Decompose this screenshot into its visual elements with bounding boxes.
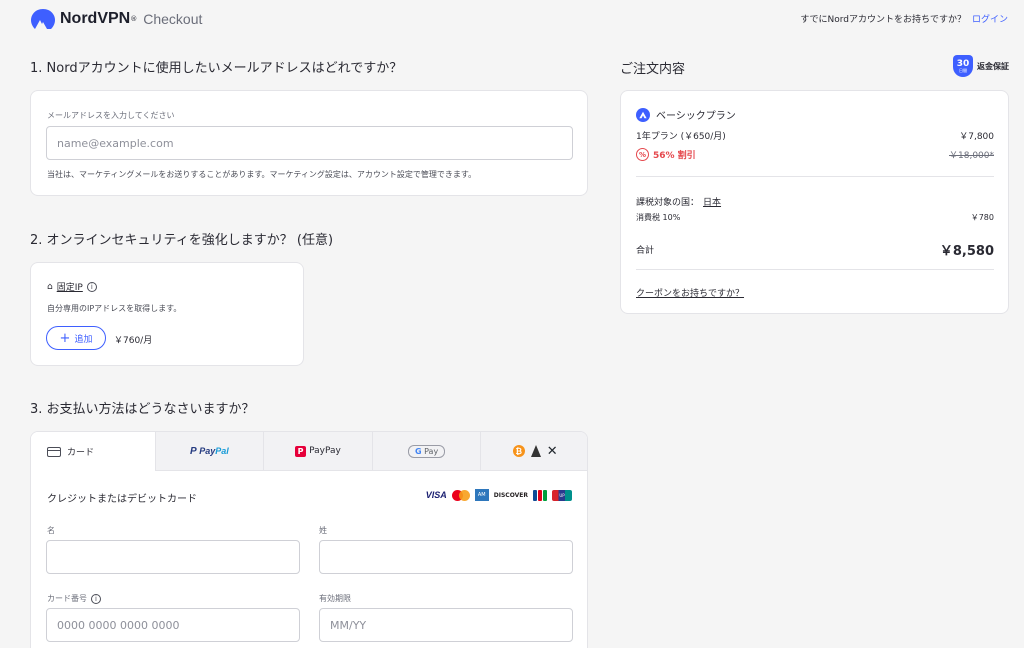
plan-price: ￥7,800 <box>959 132 994 142</box>
header: NordVPN ® Checkout すでにNordアカウントをお持ちですか？ … <box>0 0 1024 40</box>
dedicated-ip-desc: 自分専用のIPアドレスを取得します。 <box>47 304 182 313</box>
email-section-title: 1. Nordアカウントに使用したいメールアドレスはどれですか？ <box>30 61 403 76</box>
nord-plan-icon <box>636 107 650 122</box>
last-name-input[interactable] <box>319 540 573 574</box>
crypto-icons: ₿ ✕ <box>512 443 558 459</box>
add-label: 追加 <box>74 334 93 345</box>
discount-row: % 56% 割引 ￥18,000* <box>636 148 994 161</box>
jcb-icon <box>533 489 547 501</box>
checkout-label: Checkout <box>143 11 203 27</box>
total-row: 合計 ￥8,580 <box>636 240 994 259</box>
tab-paypal[interactable]: P PayPal <box>154 432 264 471</box>
tax-row: 消費税 10% ￥780 <box>636 212 994 223</box>
add-dedicated-ip-button[interactable]: + 追加 <box>46 326 106 350</box>
shield-icon: 30 日間 <box>953 55 973 77</box>
tax-label: 消費税 10% <box>636 213 681 222</box>
tab-card[interactable]: カード <box>31 432 155 471</box>
plan-name: ベーシックプラン <box>656 111 736 122</box>
account-prompt: すでにNordアカウントをお持ちですか？ ログイン <box>800 12 1008 25</box>
discount-label: 56% 割引 <box>653 151 696 161</box>
ethereum-icon <box>530 445 541 457</box>
xrp-icon: ✕ <box>546 443 558 459</box>
expiry-label: 有効期限 <box>319 594 351 603</box>
info-icon[interactable]: i <box>86 281 97 292</box>
email-input[interactable]: name@example.com <box>46 126 573 160</box>
first-name-input[interactable] <box>46 540 300 574</box>
tab-crypto[interactable]: ₿ ✕ <box>480 432 587 471</box>
guarantee-label: 返金保証 <box>977 61 1009 71</box>
visa-icon: VISA <box>425 490 447 500</box>
total-label: 合計 <box>636 246 655 256</box>
card-number-placeholder: 0000 0000 0000 0000 <box>57 618 180 632</box>
login-link[interactable]: ログイン <box>972 12 1008 25</box>
plan-term: 1年プラン (￥650/月) <box>636 132 726 142</box>
security-section-title: 2. オンラインセキュリティを強化しますか？ (任意) <box>30 233 334 248</box>
email-label: メールアドレスを入力してください <box>47 111 175 120</box>
paypay-logo-icon: P PayPay <box>295 445 341 457</box>
card-number-input[interactable]: 0000 0000 0000 0000 <box>46 608 300 642</box>
payment-card: カード P PayPal P PayPay G Pay ₿ ✕ クレジットまたは… <box>30 431 588 648</box>
tax-country-label: 課税対象の国： <box>636 198 700 208</box>
email-card: メールアドレスを入力してください name@example.com 当社は、マー… <box>30 90 588 196</box>
amex-icon: AM <box>474 489 489 501</box>
paypal-logo-icon: P PayPal <box>190 445 229 457</box>
dedicated-ip-title: ⌂ 固定IP i <box>47 280 97 293</box>
expiry-placeholder: MM/YY <box>330 618 367 632</box>
dedicated-ip-card: ⌂ 固定IP i 自分専用のIPアドレスを取得します。 + 追加 ￥760/月 <box>30 262 304 366</box>
home-icon: ⌂ <box>47 281 53 292</box>
divider <box>636 269 994 270</box>
original-price: ￥18,000* <box>949 151 994 161</box>
discover-icon: DISCOVER <box>493 491 528 499</box>
payment-tabs: カード P PayPal P PayPay G Pay ₿ ✕ <box>31 432 587 471</box>
first-name-label: 名 <box>47 526 55 535</box>
bitcoin-icon: ₿ <box>512 445 525 457</box>
account-question: すでにNordアカウントをお持ちですか？ <box>800 15 966 25</box>
nordvpn-logo[interactable]: NordVPN ® Checkout <box>30 8 202 30</box>
card-number-info-icon[interactable]: i <box>91 593 101 604</box>
email-note: 当社は、マーケティングメールをお送りすることがあります。マーケティング設定は、ア… <box>47 170 477 179</box>
tab-card-label: カード <box>67 448 95 458</box>
mastercard-icon <box>451 489 470 501</box>
tab-google-pay[interactable]: G Pay <box>371 432 481 471</box>
nord-mountain-icon <box>31 9 55 29</box>
coupon-link[interactable]: クーポンをお持ちですか？ <box>636 286 744 299</box>
tax-amount: ￥780 <box>970 213 994 222</box>
total-amount: ￥8,580 <box>939 244 994 259</box>
card-payment-subtitle: クレジットまたはデビットカード <box>47 494 197 505</box>
paypay-label: PayPay <box>309 446 341 456</box>
email-placeholder: name@example.com <box>57 136 174 150</box>
order-summary-card: ベーシックプラン 1年プラン (￥650/月) ￥7,800 % 56% 割引 … <box>620 90 1009 314</box>
tax-country-row: 課税対象の国： 日本 <box>636 195 994 208</box>
money-back-guarantee: 30 日間 返金保証 <box>953 55 1009 77</box>
dedicated-ip-price: ￥760/月 <box>114 336 153 346</box>
plus-icon: + <box>59 330 71 346</box>
credit-card-icon <box>47 446 61 457</box>
plan-price-row: 1年プラン (￥650/月) ￥7,800 <box>636 129 994 142</box>
expiry-input[interactable]: MM/YY <box>319 608 573 642</box>
last-name-label: 姓 <box>319 526 327 535</box>
tax-country-select[interactable]: 日本 <box>703 195 721 208</box>
google-pay-logo-icon: G Pay <box>407 444 446 458</box>
card-brands: VISA AM DISCOVER UP <box>426 489 572 501</box>
order-summary-title: ご注文内容 <box>620 62 686 77</box>
brand-name: NordVPN <box>60 10 131 27</box>
dedicated-ip-label[interactable]: 固定IP <box>57 280 83 293</box>
discount-icon: % <box>636 148 649 161</box>
plan-name-row: ベーシックプラン <box>636 107 736 122</box>
unionpay-icon: UP <box>552 489 572 501</box>
card-number-label: カード番号 i <box>47 593 101 604</box>
registered-mark: ® <box>130 15 138 23</box>
tab-paypay[interactable]: P PayPay <box>263 432 372 471</box>
payment-section-title: 3. お支払い方法はどうなさいますか？ <box>30 402 255 417</box>
divider <box>636 176 994 177</box>
